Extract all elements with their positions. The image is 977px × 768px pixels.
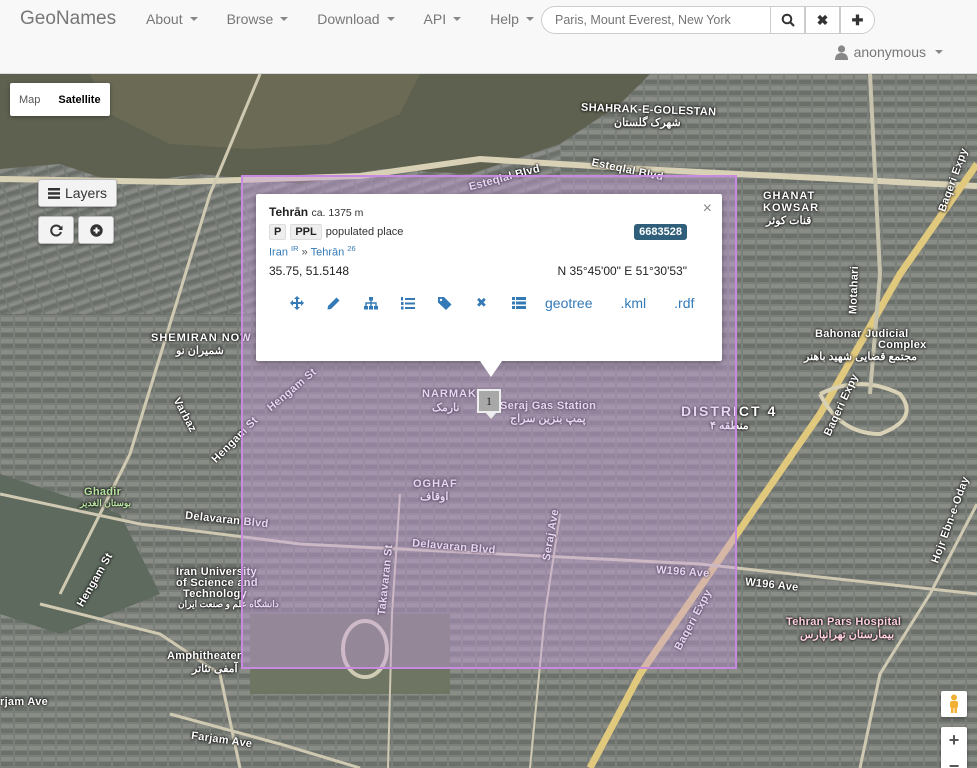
- add-feature-button[interactable]: [78, 216, 114, 244]
- menu-api-label: API: [423, 11, 447, 27]
- hierarchy-button[interactable]: [352, 296, 389, 310]
- place-popup: × Tehrān ca. 1375 m P PPL populated plac…: [256, 194, 722, 377]
- label-pars-hospital-fa: بیمارستان تهرانپارس: [800, 629, 895, 641]
- label-amphitheater: Amphitheater: [167, 650, 242, 662]
- place-elevation: ca. 1375 m: [311, 207, 364, 219]
- search-bar: ✖ ✚: [541, 6, 875, 34]
- feature-class-tag: P: [269, 224, 287, 240]
- list-icon: [47, 187, 60, 199]
- caret-down-icon: [386, 17, 395, 21]
- dms-coordinates: N 35°45'00" E 51°30'53": [557, 264, 687, 278]
- hierarchy-breadcrumb: Iran IR » Tehrān 26: [269, 244, 356, 259]
- label-shemiran-fa: شمیران نو: [176, 345, 224, 357]
- caret-down-icon: [525, 17, 534, 21]
- zoom-control: + −: [941, 727, 967, 768]
- clear-icon: ✖: [816, 11, 829, 28]
- label-shahrak-fa: شهرک گلستان: [614, 117, 681, 129]
- delete-icon: ✖: [476, 295, 487, 310]
- menu-help-label: Help: [490, 11, 519, 27]
- details-list-button[interactable]: [500, 297, 537, 309]
- popup-close-button[interactable]: ×: [703, 200, 712, 218]
- zoom-in-button[interactable]: +: [941, 727, 967, 753]
- label-pars-hospital: Tehran Pars Hospital: [786, 616, 902, 628]
- ordered-list-icon: [400, 296, 415, 309]
- username: anonymous: [853, 44, 926, 60]
- plus-circle-icon: [89, 223, 103, 237]
- search-button[interactable]: [770, 6, 805, 34]
- caret-down-icon: [189, 17, 198, 21]
- label-ghanat-fa: قنات کوثر: [766, 215, 812, 227]
- top-navbar: GeoNames About Browse Download API Help …: [0, 0, 977, 74]
- label-motahari: Motahari: [847, 265, 861, 315]
- add-icon: ✚: [851, 11, 864, 28]
- label-farjam-2: rjam Ave: [0, 696, 49, 708]
- caret-down-icon: [280, 17, 289, 21]
- menu-api[interactable]: API: [424, 11, 462, 27]
- pegman-icon: [950, 694, 958, 713]
- rdf-link[interactable]: .rdf: [674, 295, 694, 311]
- pencil-icon: [327, 297, 340, 309]
- label-shemiran: SHEMIRAN NOW: [151, 332, 252, 344]
- geonameid-badge[interactable]: 6683528: [634, 224, 687, 240]
- ordered-list-button[interactable]: [389, 296, 426, 310]
- menu-download-label: Download: [317, 11, 380, 27]
- edit-button[interactable]: [315, 297, 352, 310]
- main-menu: About Browse Download API Help: [146, 11, 563, 27]
- label-amphitheater-fa: آمفی تئاتر: [192, 663, 238, 675]
- map-type-satellite-button[interactable]: Satellite: [49, 83, 109, 116]
- tag-icon: [437, 296, 451, 310]
- refresh-button[interactable]: [38, 216, 74, 244]
- menu-browse[interactable]: Browse: [227, 11, 289, 27]
- refresh-icon: [49, 224, 62, 236]
- sitemap-icon: [363, 296, 378, 309]
- popup-actions: ✖ geotree .kml .rdf: [278, 295, 714, 311]
- menu-browse-label: Browse: [226, 11, 274, 27]
- label-ghadir-fa: بوستان الغدیر: [80, 498, 132, 508]
- layers-button[interactable]: Layers: [38, 179, 117, 207]
- search-icon: [781, 13, 795, 27]
- move-icon: [289, 296, 304, 310]
- user-icon: [834, 44, 848, 60]
- delete-button[interactable]: ✖: [463, 295, 500, 311]
- menu-about[interactable]: About: [146, 11, 198, 27]
- move-button[interactable]: [278, 296, 315, 310]
- cluster-marker[interactable]: 1: [477, 389, 501, 419]
- feature-description: populated place: [325, 226, 404, 238]
- menu-download[interactable]: Download: [317, 11, 395, 27]
- place-title: Tehrān ca. 1375 m: [269, 205, 363, 219]
- caret-down-icon: [935, 50, 943, 54]
- country-code: IR: [291, 244, 299, 253]
- hierarchy-separator: »: [301, 246, 308, 259]
- menu-help[interactable]: Help: [490, 11, 534, 27]
- country-link[interactable]: Iran: [269, 247, 288, 259]
- admin1-link[interactable]: Tehrān: [311, 247, 345, 259]
- map-type-toggle: Map Satellite: [10, 83, 110, 116]
- geotree-link[interactable]: geotree: [545, 295, 592, 311]
- map-type-map-button[interactable]: Map: [10, 83, 49, 116]
- decimal-coordinates: 35.75, 51.5148: [269, 264, 350, 278]
- user-menu[interactable]: anonymous: [834, 44, 943, 60]
- tag-button[interactable]: [426, 296, 463, 310]
- street-view-pegman[interactable]: [941, 691, 967, 717]
- label-ghanat: GHANAT: [763, 190, 816, 202]
- label-bahonar-fa: مجتمع قضایی شهید باهنر: [804, 351, 918, 363]
- search-input[interactable]: [541, 6, 770, 34]
- admin1-code: 26: [347, 244, 356, 253]
- feature-code-tag: PPL: [290, 224, 322, 240]
- layers-label: Layers: [64, 185, 108, 201]
- feature-class-row: P PPL populated place: [269, 224, 403, 240]
- add-button[interactable]: ✚: [840, 6, 875, 34]
- label-kowsar: KOWSAR: [763, 202, 820, 214]
- place-name: Tehrān: [269, 205, 309, 219]
- map-view[interactable]: SHAHRAK-E-GOLESTAN شهرک گلستان Esteqlal …: [0, 74, 977, 768]
- menu-about-label: About: [146, 11, 183, 27]
- label-ghadir: Ghadir: [84, 486, 122, 498]
- th-list-icon: [511, 297, 526, 309]
- caret-down-icon: [453, 17, 462, 21]
- zoom-out-button[interactable]: −: [941, 753, 967, 768]
- kml-link[interactable]: .kml: [620, 295, 646, 311]
- clear-search-button[interactable]: ✖: [805, 6, 840, 34]
- brand-logo[interactable]: GeoNames: [20, 8, 116, 30]
